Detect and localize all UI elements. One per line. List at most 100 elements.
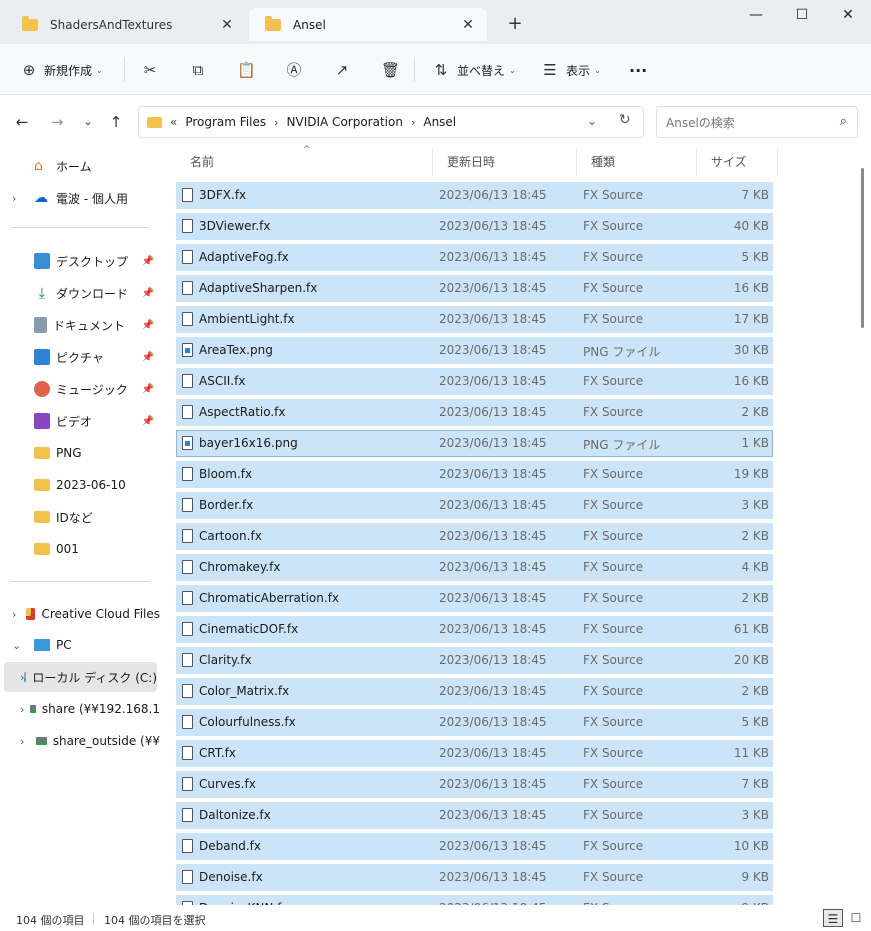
breadcrumb-ansel[interactable]: Ansel — [423, 115, 456, 129]
rename-button[interactable]: Ⓐ — [285, 56, 303, 84]
share-button[interactable]: ↗ — [333, 56, 351, 84]
tab-shaders-and-textures[interactable]: ShadersAndTextures ✕ — [6, 8, 246, 41]
text-file-icon — [182, 312, 193, 326]
maximize-button[interactable]: ☐ — [779, 0, 825, 30]
tab-ansel[interactable]: Ansel ✕ — [249, 8, 487, 41]
tiles-view-button[interactable]: ☐ — [846, 909, 866, 927]
breadcrumb-program-files[interactable]: Program Files — [185, 115, 266, 129]
file-row[interactable]: Cartoon.fx 2023/06/13 18:45 FX Source 2 KB — [176, 523, 773, 550]
chevron-right-icon[interactable]: › — [0, 608, 26, 621]
details-view-button[interactable]: ☰ — [823, 909, 843, 927]
file-row[interactable]: Border.fx 2023/06/13 18:45 FX Source 3 KB — [176, 492, 773, 519]
paste-button[interactable]: 📋 — [237, 56, 256, 84]
cut-button[interactable]: ✂ — [141, 56, 159, 84]
up-button[interactable]: ↑ — [106, 112, 126, 132]
breadcrumb-nvidia-corporation[interactable]: NVIDIA Corporation — [287, 115, 403, 129]
file-row[interactable]: CRT.fx 2023/06/13 18:45 FX Source 11 KB — [176, 740, 773, 767]
chevron-down-icon[interactable]: ⌄ — [0, 639, 34, 652]
file-row[interactable]: Curves.fx 2023/06/13 18:45 FX Source 7 KB — [176, 771, 773, 798]
vertical-scrollbar[interactable] — [855, 148, 871, 905]
file-row[interactable]: Chromakey.fx 2023/06/13 18:45 FX Source 4 K… — [176, 554, 773, 581]
sidebar-item-downloads[interactable]: ⤓ ダウンロード 📌 — [0, 278, 160, 308]
sidebar-item-onedrive[interactable]: › ☁ 電波 - 個人用 — [0, 183, 160, 213]
file-row[interactable]: Deband.fx 2023/06/13 18:45 FX Source 10 KB — [176, 833, 773, 860]
sort-label: 並べ替え — [457, 63, 506, 78]
delete-button[interactable]: 🗑 — [381, 56, 400, 84]
address-bar[interactable]: « Program Files › NVIDIA Corporation › A… — [138, 106, 644, 138]
sidebar-item-id[interactable]: IDなど — [0, 502, 160, 532]
file-row[interactable]: CinematicDOF.fx 2023/06/13 18:45 FX Source… — [176, 616, 773, 643]
new-button[interactable]: ⊕ 新規作成 ⌄ — [20, 56, 103, 84]
column-header-size[interactable]: サイズ — [697, 148, 778, 176]
minimize-button[interactable]: — — [733, 0, 779, 30]
search-input[interactable]: Anselの検索 — [666, 114, 735, 131]
text-file-icon — [182, 777, 193, 791]
scrollbar-thumb[interactable] — [861, 168, 864, 328]
view-button[interactable]: ☰ 表示 ⌄ — [541, 56, 600, 84]
sidebar-item-label: 001 — [56, 542, 79, 556]
file-row[interactable]: 3DFX.fx 2023/06/13 18:45 FX Source 7 KB — [176, 182, 773, 209]
file-row[interactable]: 3DViewer.fx 2023/06/13 18:45 FX Source 40 K… — [176, 213, 773, 240]
column-header-type[interactable]: 種類 — [577, 148, 697, 176]
forward-button[interactable]: → — [47, 112, 67, 132]
pin-icon[interactable]: 📌 — [142, 352, 154, 363]
file-date: 2023/06/13 18:45 — [439, 343, 547, 357]
file-row[interactable]: Bloom.fx 2023/06/13 18:45 FX Source 19 KB — [176, 461, 773, 488]
pin-icon[interactable]: 📌 — [142, 256, 154, 267]
file-row[interactable]: Color_Matrix.fx 2023/06/13 18:45 FX Source… — [176, 678, 773, 705]
file-row[interactable]: AmbientLight.fx 2023/06/13 18:45 FX Source… — [176, 306, 773, 333]
file-row[interactable]: ASCII.fx 2023/06/13 18:45 FX Source 16 KB — [176, 368, 773, 395]
search-box[interactable]: Anselの検索 ⌕ — [656, 106, 858, 138]
copy-button[interactable]: ⧉ — [189, 56, 207, 84]
sidebar-item-001[interactable]: 001 — [0, 534, 160, 564]
file-row[interactable]: Denoise.fx 2023/06/13 18:45 FX Source 9 KB — [176, 864, 773, 891]
chevron-right-icon[interactable]: › — [0, 192, 34, 205]
close-window-button[interactable]: ✕ — [825, 0, 871, 30]
close-tab-icon[interactable]: ✕ — [218, 17, 236, 33]
sidebar-item-home[interactable]: ⌂ ホーム — [0, 151, 160, 181]
pin-icon[interactable]: 📌 — [142, 320, 154, 331]
sidebar-item-creative-cloud[interactable]: › Creative Cloud Files — [0, 599, 160, 629]
close-tab-icon[interactable]: ✕ — [459, 17, 477, 33]
sidebar-item-local-disk[interactable]: › ローカル ディスク (C:) — [4, 662, 157, 692]
file-row[interactable]: AdaptiveFog.fx 2023/06/13 18:45 FX Source 5… — [176, 244, 773, 271]
new-tab-button[interactable]: + — [503, 12, 527, 36]
chevron-right-icon[interactable]: › — [0, 703, 30, 716]
sidebar-item-pictures[interactable]: ピクチャ 📌 — [0, 342, 160, 372]
pin-icon[interactable]: 📌 — [142, 288, 154, 299]
recent-locations-button[interactable]: ⌄ — [78, 112, 98, 132]
file-row[interactable]: Colourfulness.fx 2023/06/13 18:45 FX Sourc… — [176, 709, 773, 736]
file-row[interactable]: ChromaticAberration.fx 2023/06/13 18:45 FX… — [176, 585, 773, 612]
sort-button[interactable]: ⇅ 並べ替え ⌄ — [432, 56, 516, 84]
chevron-right-icon[interactable]: › — [4, 671, 24, 684]
file-size: 30 KB — [733, 343, 769, 357]
sidebar-item-music[interactable]: ミュージック 📌 — [0, 374, 160, 404]
sidebar-item-png[interactable]: PNG — [0, 438, 160, 468]
pin-icon[interactable]: 📌 — [142, 416, 154, 427]
file-row[interactable]: AspectRatio.fx 2023/06/13 18:45 FX Source 2… — [176, 399, 773, 426]
back-button[interactable]: ← — [12, 112, 32, 132]
plus-circle-icon: ⊕ — [22, 61, 36, 79]
sidebar-item-pc[interactable]: ⌄ PC — [0, 630, 160, 660]
address-dropdown-icon[interactable]: ⌄ — [587, 114, 597, 128]
file-row[interactable]: AreaTex.png 2023/06/13 18:45 PNG ファイル 30 KB — [176, 337, 773, 364]
sidebar-item-2023-06-10[interactable]: 2023-06-10 — [0, 470, 160, 500]
column-header-date[interactable]: 更新日時 — [433, 148, 577, 176]
sidebar-item-videos[interactable]: ビデオ 📌 — [0, 406, 160, 436]
sidebar-item-share-outside[interactable]: › share_outside (¥¥ — [0, 726, 160, 756]
more-options-button[interactable]: ··· — [629, 56, 647, 84]
sidebar-item-desktop[interactable]: デスクトップ 📌 — [0, 246, 160, 276]
sidebar-item-share[interactable]: › share (¥¥192.168.1 — [0, 694, 160, 724]
refresh-icon[interactable]: ↻ — [619, 112, 631, 128]
file-type: FX Source — [583, 281, 644, 295]
overflow-crumb[interactable]: « — [170, 115, 177, 129]
file-row[interactable]: AdaptiveSharpen.fx 2023/06/13 18:45 FX Sou… — [176, 275, 773, 302]
pin-icon[interactable]: 📌 — [142, 384, 154, 395]
chevron-right-icon[interactable]: › — [0, 735, 36, 748]
file-row[interactable]: bayer16x16.png 2023/06/13 18:45 PNG ファイル 1 … — [176, 430, 773, 457]
sidebar-item-documents[interactable]: ドキュメント 📌 — [0, 310, 160, 340]
file-row[interactable]: Daltonize.fx 2023/06/13 18:45 FX Source 3 K… — [176, 802, 773, 829]
file-row[interactable]: Clarity.fx 2023/06/13 18:45 FX Source 20 KB — [176, 647, 773, 674]
file-date: 2023/06/13 18:45 — [439, 622, 547, 636]
column-header-label: サイズ — [711, 155, 747, 169]
